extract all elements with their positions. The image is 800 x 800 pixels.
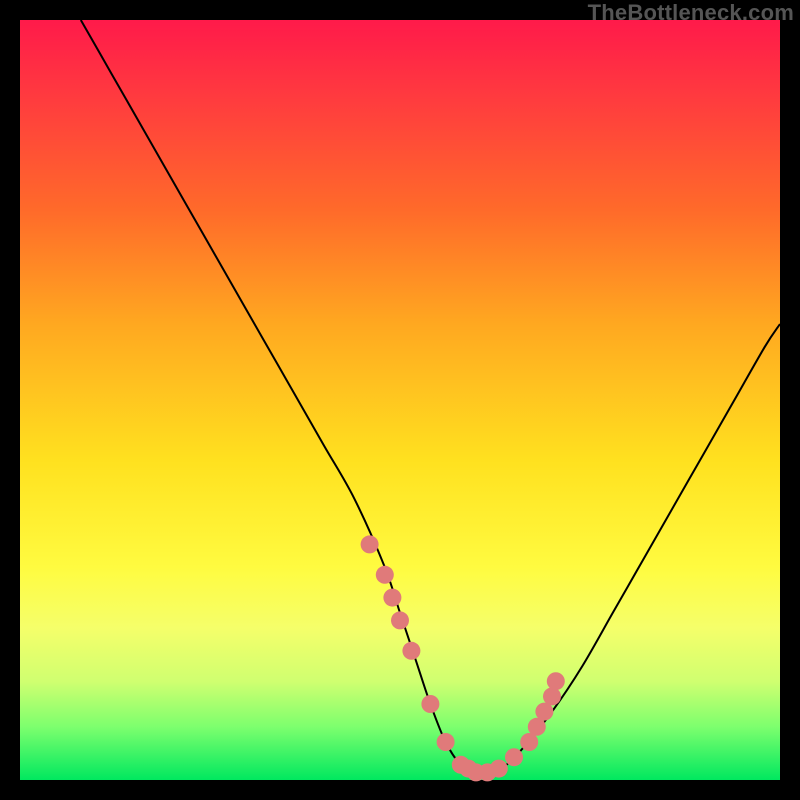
curve-marker [361,535,379,553]
curve-marker [376,566,394,584]
chart-frame [20,20,780,780]
curve-marker [543,687,561,705]
curve-marker [391,611,409,629]
curve-marker [437,733,455,751]
curve-marker [505,748,523,766]
curve-marker [402,642,420,660]
curve-marker [490,760,508,778]
curve-marker [421,695,439,713]
curve-marker [547,672,565,690]
chart-svg [20,20,780,780]
bottleneck-curve [81,20,780,773]
curve-marker [383,589,401,607]
markers-group [361,535,565,781]
watermark-text: TheBottleneck.com [588,0,794,26]
